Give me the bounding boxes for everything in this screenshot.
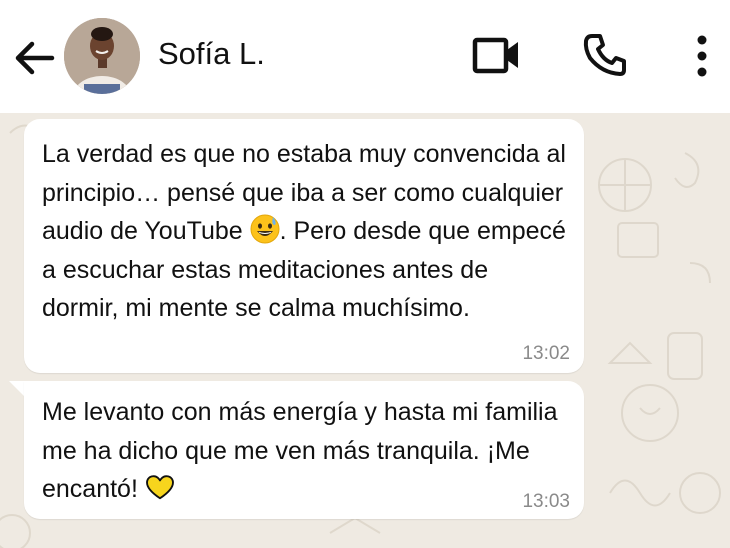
back-button[interactable] <box>12 38 56 78</box>
message-text: La verdad es que no estaba muy convencid… <box>42 135 567 328</box>
message-bubble[interactable]: La verdad es que no estaba muy convencid… <box>24 119 584 373</box>
message-bubble[interactable]: Me levanto con más energía y hasta mi fa… <box>24 381 584 519</box>
avatar-photo <box>64 18 140 94</box>
more-options-button[interactable] <box>690 32 714 80</box>
more-vertical-icon <box>697 35 707 77</box>
arrow-left-icon <box>15 41 55 75</box>
chat-header: Sofía L. <box>0 0 730 113</box>
message-timestamp: 13:03 <box>522 491 570 512</box>
bubble-tail <box>9 381 25 397</box>
contact-name[interactable]: Sofía L. <box>158 36 265 72</box>
video-camera-icon <box>472 37 518 74</box>
message-timestamp: 13:02 <box>522 343 570 364</box>
grinning-face-with-sweat-icon <box>250 214 280 244</box>
chat-area[interactable]: La verdad es que no estaba muy convencid… <box>0 113 730 548</box>
message-text-part: Me levanto con más energía y hasta mi fa… <box>42 398 558 503</box>
message-text: Me levanto con más energía y hasta mi fa… <box>42 393 567 509</box>
video-call-button[interactable] <box>470 34 522 76</box>
phone-icon <box>583 34 626 76</box>
yellow-heart-icon <box>145 475 174 500</box>
avatar[interactable] <box>64 18 140 94</box>
voice-call-button[interactable] <box>582 32 628 78</box>
